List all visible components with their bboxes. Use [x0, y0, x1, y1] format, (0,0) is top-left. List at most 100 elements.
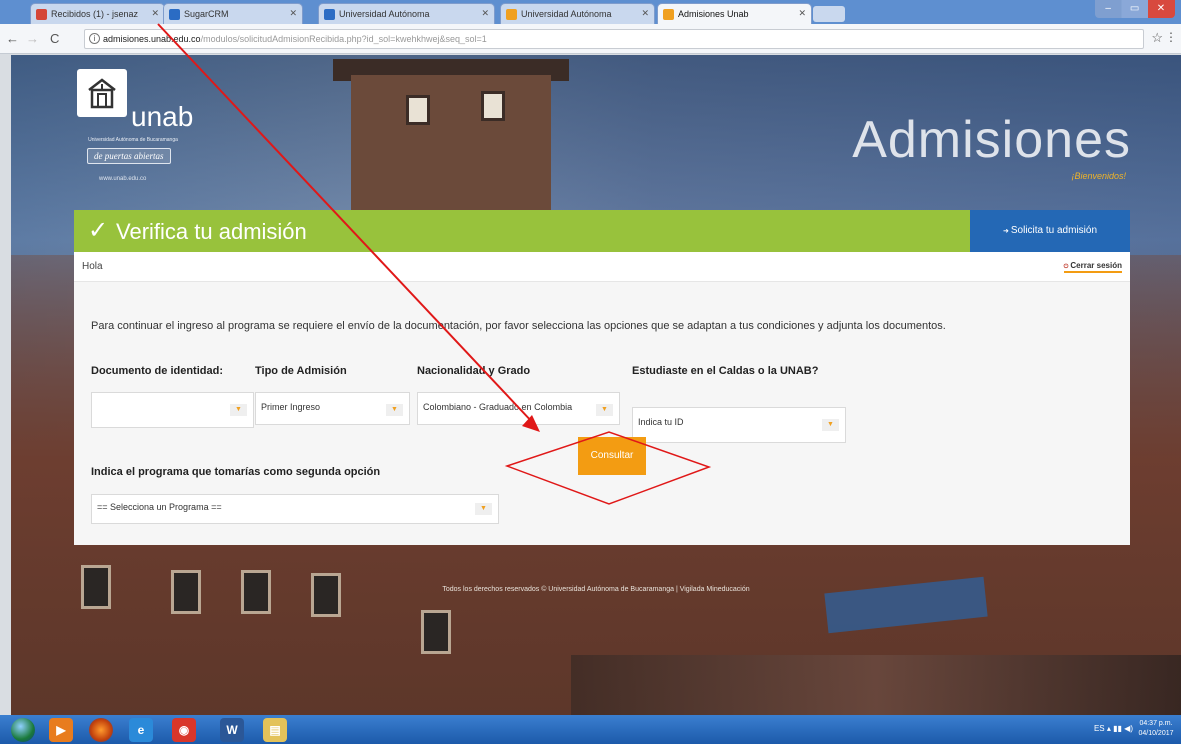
url-path: /modulos/solicitudAdmisionRecibida.php?i… — [200, 34, 487, 44]
chevron-down-icon: ▼ — [230, 404, 247, 416]
nationality-select[interactable]: Colombiano - Graduado en Colombia ▼ — [417, 392, 620, 425]
system-tray: ES ▴ ▮▮ ◀) — [1094, 724, 1133, 733]
tab-label: Universidad Autónoma — [339, 9, 430, 19]
nationality-label: Nacionalidad y Grado — [417, 365, 531, 377]
close-icon[interactable]: ✕ — [481, 8, 489, 19]
logout-icon: ⏻ — [1063, 264, 1069, 270]
unab-house-icon — [88, 78, 116, 109]
checkmark-icon: ✓ — [88, 217, 109, 244]
background-window — [421, 610, 451, 654]
word-icon: W — [226, 723, 238, 737]
second-program-label: Indica el programa que tomarías como seg… — [91, 466, 381, 478]
clock-date: 04/10/2017 — [1138, 730, 1174, 737]
window-controls: – ▭ ✕ — [1095, 0, 1175, 18]
panel-title: Verifica tu admisión — [116, 219, 307, 244]
studied-id-value: Indica tu ID — [638, 417, 684, 427]
admission-type-label: Tipo de Admisión — [255, 365, 347, 377]
admisiones-icon — [663, 9, 674, 20]
taskbar-word[interactable]: W — [220, 718, 244, 742]
close-icon[interactable]: ✕ — [798, 8, 806, 19]
language-indicator[interactable]: ES — [1094, 724, 1105, 733]
logout-link[interactable]: ⏻ Cerrar sesión — [1063, 261, 1122, 273]
url-input[interactable]: i admisiones.unab.edu.co/modulos/solicit… — [84, 29, 1144, 49]
footer-copyright: Todos los derechos reservados © Universi… — [442, 586, 750, 593]
tab-label: Recibidos (1) - jsenaz — [51, 9, 139, 19]
apply-button[interactable]: ➜ Solicita tu admisión — [970, 210, 1130, 252]
windows-taskbar: ▶ e ◉ W ▤ ES ▴ ▮▮ ◀) 04:37 p.m. 04/10/20… — [0, 715, 1181, 744]
clock-time: 04:37 p.m. — [1139, 720, 1173, 727]
reload-icon[interactable]: C — [50, 31, 59, 46]
panel-header: ✓ Verifica tu admisión — [74, 210, 970, 252]
admission-type-value: Primer Ingreso — [261, 402, 321, 412]
second-program-select[interactable]: == Selecciona un Programa == ▼ — [91, 494, 499, 524]
chrome-icon: ◉ — [178, 723, 190, 737]
logout-label: Cerrar sesión — [1070, 261, 1122, 270]
logo-slogan: de puertas abiertas — [87, 148, 171, 164]
logo-wordmark: unab — [131, 101, 194, 132]
taskbar-firefox[interactable] — [89, 718, 113, 742]
address-bar: ← → C i admisiones.unab.edu.co/modulos/s… — [0, 24, 1181, 54]
tab-label: Admisiones Unab — [678, 9, 749, 19]
document-select[interactable]: ▼ — [91, 392, 254, 428]
gmail-icon — [36, 9, 47, 20]
chevron-down-icon: ▼ — [596, 404, 613, 416]
back-icon[interactable]: ← — [6, 31, 19, 46]
bookmark-star-icon[interactable]: ☆ — [1151, 30, 1163, 46]
taskbar-media-app[interactable]: ▶ — [49, 718, 73, 742]
second-program-value: == Selecciona un Programa == — [97, 502, 222, 512]
chevron-down-icon: ▼ — [386, 404, 403, 416]
studied-id-select[interactable]: Indica tu ID ▼ — [632, 407, 846, 443]
start-button[interactable] — [11, 718, 35, 742]
close-icon[interactable]: ✕ — [151, 8, 159, 19]
tab-universidad-2[interactable]: Universidad Autónoma ✕ — [500, 3, 655, 24]
minimize-icon[interactable]: – — [1095, 0, 1121, 18]
tab-sugarcrm[interactable]: SugarCRM ✕ — [163, 3, 303, 24]
nationality-value: Colombiano - Graduado en Colombia — [423, 402, 573, 412]
tab-universidad-1[interactable]: Universidad Autónoma ✕ — [318, 3, 495, 24]
arrow-right-icon: ➜ — [1002, 228, 1009, 235]
background-window — [311, 573, 341, 617]
university-icon — [324, 9, 335, 20]
university-icon — [506, 9, 517, 20]
logo-university-name: Universidad Autónoma de Bucaramanga — [88, 137, 178, 143]
background-window — [406, 95, 430, 125]
sugarcrm-icon — [169, 9, 180, 20]
hero-title: Admisiones — [852, 111, 1131, 169]
url-host: admisiones.unab.edu.co — [103, 34, 201, 44]
document-label: Documento de identidad: — [91, 365, 223, 377]
taskbar-clock[interactable]: 04:37 p.m. 04/10/2017 — [1136, 719, 1176, 739]
tab-label: Universidad Autónoma — [521, 9, 612, 19]
network-icon[interactable]: ▮▮ — [1113, 724, 1122, 733]
taskbar-chrome[interactable]: ◉ — [172, 718, 196, 742]
chevron-down-icon: ▼ — [822, 419, 839, 431]
menu-icon[interactable]: ⋮ — [1165, 30, 1177, 44]
panel-body: Para continuar el ingreso al programa se… — [74, 282, 1130, 545]
greeting-text: Hola — [82, 261, 103, 272]
forward-icon[interactable]: → — [26, 31, 39, 46]
page-viewport: unab Universidad Autónoma de Bucaramanga… — [11, 55, 1181, 715]
new-tab-button[interactable] — [813, 6, 845, 22]
close-icon[interactable]: ✕ — [289, 8, 297, 19]
background-crowd — [571, 655, 1181, 715]
close-window-icon[interactable]: ✕ — [1148, 0, 1174, 18]
tab-label: SugarCRM — [184, 9, 229, 19]
volume-icon[interactable]: ◀) — [1124, 724, 1133, 733]
folder-icon: ▤ — [269, 723, 281, 737]
logo-site-url: www.unab.edu.co — [99, 176, 147, 182]
greeting-bar: Hola ⏻ Cerrar sesión — [74, 252, 1130, 282]
consult-button[interactable]: Consultar — [578, 437, 646, 475]
taskbar-internet-explorer[interactable]: e — [129, 718, 153, 742]
tab-gmail[interactable]: Recibidos (1) - jsenaz ✕ — [30, 3, 165, 24]
taskbar-explorer[interactable]: ▤ — [263, 718, 287, 742]
maximize-icon[interactable]: ▭ — [1121, 0, 1147, 18]
info-icon[interactable]: i — [89, 33, 100, 44]
tab-admisiones[interactable]: Admisiones Unab ✕ — [657, 3, 812, 24]
background-window — [481, 91, 505, 121]
apply-label: Solicita tu admisión — [1010, 225, 1098, 236]
ie-icon: e — [137, 723, 145, 737]
instructions-text: Para continuar el ingreso al programa se… — [91, 320, 946, 332]
hero-subtitle: ¡Bienvenidos! — [1071, 171, 1126, 181]
close-icon[interactable]: ✕ — [641, 8, 649, 19]
chevron-down-icon: ▼ — [475, 503, 492, 515]
admission-type-select[interactable]: Primer Ingreso ▼ — [255, 392, 410, 425]
